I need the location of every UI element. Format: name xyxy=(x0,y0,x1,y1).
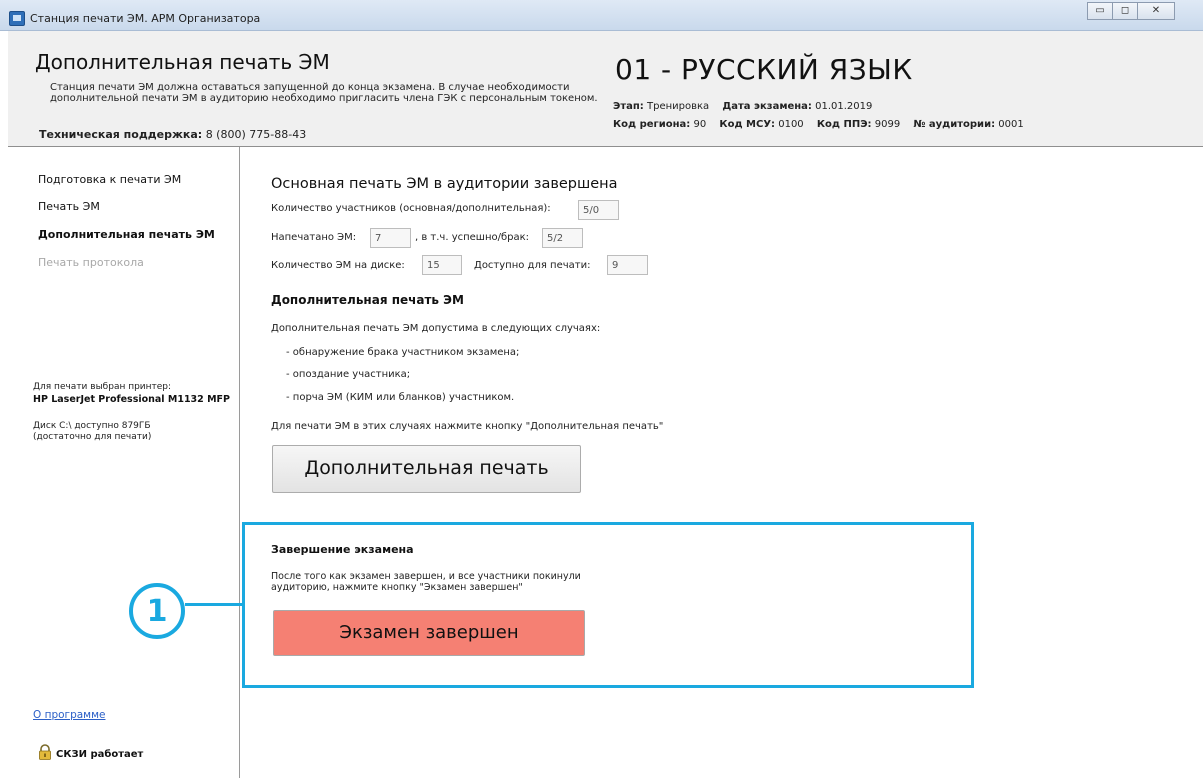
printer-label: Для печати выбран принтер: xyxy=(33,382,172,392)
lock-icon xyxy=(39,744,51,760)
ppe-label: Код ППЭ: xyxy=(816,119,872,130)
maximize-icon[interactable]: ◻ xyxy=(1112,2,1138,20)
sidebar-item-protocol: Печать протокола xyxy=(38,256,144,269)
sidebar-item-print[interactable]: Печать ЭМ xyxy=(38,200,100,213)
minimize-icon[interactable]: ▭ xyxy=(1087,2,1113,20)
callout-number-badge: 1 xyxy=(129,583,185,639)
printer-app-icon xyxy=(9,11,25,26)
extra-hint: Для печати ЭМ в этих случаях нажмите кно… xyxy=(271,421,664,432)
extra-intro: Дополнительная печать ЭМ допустима в сле… xyxy=(271,323,601,334)
printed-label: Напечатано ЭМ: xyxy=(271,232,357,243)
stage-label: Этап: xyxy=(613,101,644,112)
close-icon[interactable]: ✕ xyxy=(1137,2,1175,20)
support-label: Техническая поддержка: xyxy=(39,128,203,141)
room-label: № аудитории: xyxy=(913,119,996,130)
participants-label: Количество участников (основная/дополнит… xyxy=(271,203,551,214)
sidebar: Подготовка к печати ЭМ Печать ЭМ Дополни… xyxy=(8,147,240,778)
window-title: Станция печати ЭМ. АРМ Организатора xyxy=(30,12,261,25)
section-title: Основная печать ЭМ в аудитории завершена xyxy=(271,176,618,192)
extra-case-3: - порча ЭМ (КИМ или бланков) участником. xyxy=(286,392,515,403)
extra-print-title: Дополнительная печать ЭМ xyxy=(271,293,464,307)
date-label: Дата экзамена: xyxy=(722,101,812,112)
about-link[interactable]: О программе xyxy=(33,709,105,721)
room-value: 0001 xyxy=(998,119,1024,130)
printer-name: HP LaserJet Professional M1132 MFP xyxy=(33,394,230,405)
available-field: 9 xyxy=(607,255,648,275)
success-field: 5/2 xyxy=(542,228,583,248)
exam-meta-line1: Этап: Тренировка Дата экзамена: 01.01.20… xyxy=(613,101,882,112)
disk-line1: Диск C:\ доступно 879ГБ xyxy=(33,421,151,431)
msu-label: Код МСУ: xyxy=(719,119,776,130)
page-header: Дополнительная печать ЭМ Станция печати … xyxy=(8,31,1203,147)
finish-text: После того как экзамен завершен, и все у… xyxy=(271,571,671,593)
exam-meta-line2: Код региона: 90 Код МСУ: 0100 Код ППЭ: 9… xyxy=(613,119,1034,130)
stage-value: Тренировка xyxy=(646,101,710,112)
disk-count-label: Количество ЭМ на диске: xyxy=(271,260,405,271)
support-phone: 8 (800) 775-88-43 xyxy=(205,128,307,141)
main-content: Основная печать ЭМ в аудитории завершена… xyxy=(240,147,1203,778)
skzi-status: СКЗИ работает xyxy=(56,749,144,760)
extra-case-1: - обнаружение брака участником экзамена; xyxy=(286,347,520,358)
disk-line2: (достаточно для печати) xyxy=(33,432,152,442)
region-label: Код региона: xyxy=(613,119,691,130)
success-label: , в т.ч. успешно/брак: xyxy=(415,232,530,243)
disk-count-field: 15 xyxy=(422,255,462,275)
printed-field: 7 xyxy=(370,228,411,248)
window-titlebar: Станция печати ЭМ. АРМ Организатора ▭ ◻ … xyxy=(0,0,1203,31)
sidebar-item-preparation[interactable]: Подготовка к печати ЭМ xyxy=(38,173,181,186)
finish-text-line1: После того как экзамен завершен, и все у… xyxy=(271,571,581,582)
window-controls: ▭ ◻ ✕ xyxy=(1087,2,1175,20)
extra-print-button[interactable]: Дополнительная печать xyxy=(272,445,581,493)
ppe-value: 9099 xyxy=(874,119,901,130)
finish-exam-panel: Завершение экзамена После того как экзам… xyxy=(242,522,974,688)
finish-text-line2: аудиторию, нажмите кнопку "Экзамен завер… xyxy=(271,582,523,593)
page-title: Дополнительная печать ЭМ xyxy=(35,50,330,74)
finish-exam-button[interactable]: Экзамен завершен xyxy=(273,610,585,656)
extra-case-2: - опоздание участника; xyxy=(286,369,411,380)
support-info: Техническая поддержка: 8 (800) 775-88-43 xyxy=(39,128,306,141)
msu-value: 0100 xyxy=(778,119,804,130)
disk-info: Диск C:\ доступно 879ГБ (достаточно для … xyxy=(33,421,233,443)
region-value: 90 xyxy=(693,119,707,130)
sidebar-item-extra-print[interactable]: Дополнительная печать ЭМ xyxy=(38,228,215,241)
participants-field: 5/0 xyxy=(578,200,619,220)
exam-subject: 01 - РУССКИЙ ЯЗЫК xyxy=(615,53,913,86)
header-description: Станция печати ЭМ должна оставаться запу… xyxy=(50,82,598,104)
finish-title: Завершение экзамена xyxy=(271,543,414,556)
callout-connector xyxy=(185,603,242,606)
available-label: Доступно для печати: xyxy=(474,260,591,271)
date-value: 01.01.2019 xyxy=(815,101,873,112)
